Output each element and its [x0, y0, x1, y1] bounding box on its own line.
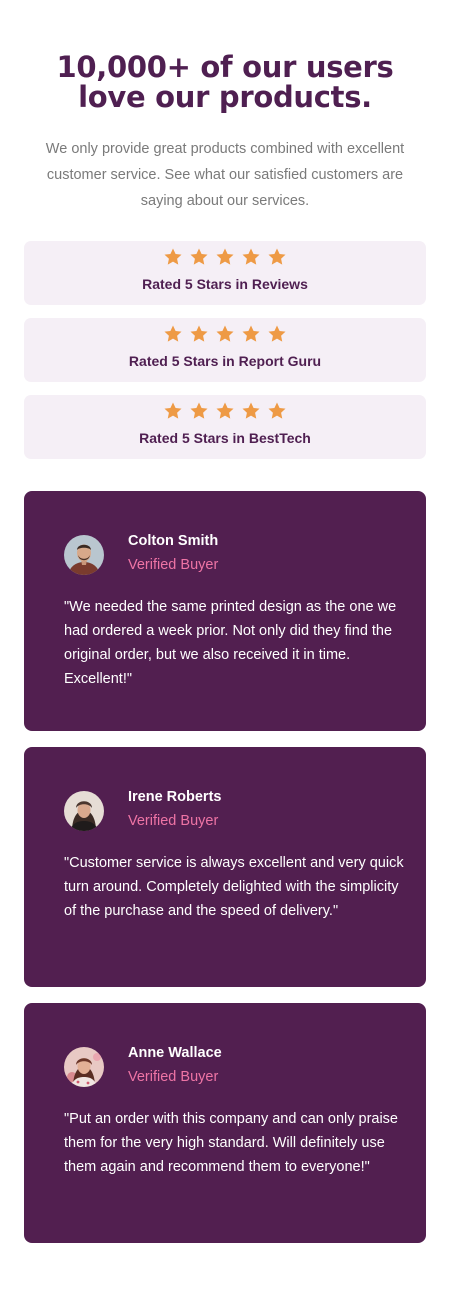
star-icon	[163, 401, 183, 423]
avatar	[64, 1047, 104, 1087]
star-icon	[215, 247, 235, 269]
rating-label: Rated 5 Stars in BestTech	[139, 430, 311, 446]
intro-text: We only provide great products combined …	[45, 141, 405, 209]
rating-card-report-guru: Rated 5 Stars in Report Guru	[24, 318, 426, 382]
star-icon	[215, 324, 235, 346]
star-icon	[163, 324, 183, 346]
star-icon	[267, 401, 287, 423]
page-title-line-1: 10,000+ of our users	[56, 50, 394, 84]
testimonial-card-anne: Anne Wallace Verified Buyer "Put an orde…	[24, 1003, 426, 1243]
avatar	[64, 535, 104, 575]
rating-card-besttech: Rated 5 Stars in BestTech	[24, 395, 426, 459]
testimonial-quote: "We needed the same printed design as th…	[64, 599, 397, 687]
verified-buyer-badge: Verified Buyer	[128, 813, 219, 829]
verified-buyer-badge: Verified Buyer	[128, 557, 219, 573]
testimonial-quote: "Put an order with this company and can …	[64, 1111, 398, 1175]
star-rating	[24, 247, 426, 269]
star-icon	[241, 324, 261, 346]
reviewer-name: Anne Wallace	[128, 1045, 222, 1061]
avatar	[64, 791, 104, 831]
star-icon	[189, 324, 209, 346]
star-icon	[189, 247, 209, 269]
rating-label: Rated 5 Stars in Report Guru	[128, 353, 322, 369]
star-icon	[267, 324, 287, 346]
star-icon	[189, 401, 209, 423]
star-icon	[215, 401, 235, 423]
star-rating	[24, 324, 426, 346]
reviewer-name: Irene Roberts	[128, 789, 222, 805]
reviewer-name: Colton Smith	[128, 533, 219, 549]
star-icon	[241, 401, 261, 423]
star-icon	[163, 247, 183, 269]
testimonial-quote: "Customer service is always excellent an…	[64, 855, 404, 919]
star-rating	[24, 401, 426, 423]
rating-card-reviews: Rated 5 Stars in Reviews	[24, 241, 426, 305]
testimonial-card-colton: Colton Smith Verified Buyer "We needed t…	[24, 491, 426, 731]
star-icon	[267, 247, 287, 269]
page-title: 10,000+ of our users love our products.	[0, 52, 450, 112]
rating-label: Rated 5 Stars in Reviews	[142, 276, 308, 292]
star-icon	[241, 247, 261, 269]
verified-buyer-badge: Verified Buyer	[128, 1069, 219, 1085]
page-title-line-2: love our products.	[78, 80, 372, 114]
testimonial-card-irene: Irene Roberts Verified Buyer "Customer s…	[24, 747, 426, 987]
